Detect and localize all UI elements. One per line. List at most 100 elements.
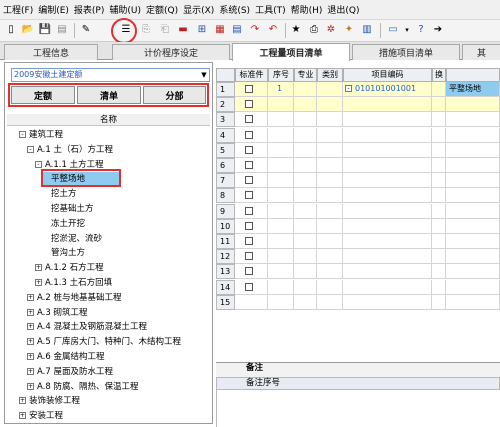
grid-cell[interactable]	[294, 264, 317, 280]
grid-column-header[interactable]: 专业	[294, 68, 317, 82]
tree-item[interactable]: 管沟土方	[51, 246, 85, 260]
tab-quantity-list[interactable]: 工程量项目清单	[232, 43, 350, 61]
grid-cell[interactable]	[446, 173, 500, 189]
print-icon[interactable]: ⎙	[307, 23, 321, 37]
expand-icon[interactable]: +	[27, 353, 34, 360]
row-number[interactable]: 14	[216, 279, 235, 295]
grid-cell[interactable]	[343, 279, 432, 295]
grid-cell[interactable]	[294, 234, 317, 249]
grid-cell[interactable]	[235, 142, 268, 158]
standard-part-checkbox[interactable]	[245, 85, 253, 93]
redo-icon[interactable]: ↷	[248, 23, 262, 37]
grid-cell[interactable]	[446, 203, 500, 219]
standard-part-checkbox[interactable]	[245, 221, 253, 230]
row-number[interactable]: 10	[216, 218, 235, 234]
grid-cell[interactable]	[432, 234, 446, 249]
grid-cell[interactable]	[317, 188, 343, 204]
grid-cell[interactable]	[343, 203, 432, 219]
grid-cell[interactable]	[317, 234, 343, 249]
star-icon[interactable]: ★	[289, 23, 303, 37]
expand-icon[interactable]: +	[27, 293, 34, 301]
grid-cell[interactable]	[446, 97, 500, 113]
grid-cell[interactable]	[235, 158, 268, 173]
grid-cell[interactable]	[432, 173, 446, 189]
grid-cell[interactable]	[294, 158, 317, 173]
standard-part-checkbox[interactable]	[245, 206, 253, 215]
grid-cell[interactable]	[317, 158, 343, 173]
row-number[interactable]: 5	[216, 142, 235, 158]
grid-cell[interactable]	[317, 294, 343, 310]
grid-cell[interactable]	[343, 188, 432, 204]
tree-item[interactable]: - A.1 土（石）方工程	[27, 143, 113, 157]
expand-icon[interactable]: +	[35, 264, 42, 272]
row-number[interactable]: 4	[216, 127, 235, 143]
grid-cell[interactable]	[446, 279, 500, 295]
grid-cell[interactable]	[432, 294, 446, 310]
grid-cell[interactable]	[343, 218, 432, 234]
grid-cell[interactable]	[343, 294, 432, 310]
tools-icon[interactable]: ✦	[342, 23, 356, 37]
grid-cell[interactable]	[294, 279, 317, 295]
grid-cell[interactable]	[235, 234, 268, 249]
standard-part-checkbox[interactable]	[245, 191, 253, 200]
grid-cell[interactable]	[446, 112, 500, 128]
expand-icon[interactable]: +	[27, 338, 34, 346]
grid-cell[interactable]	[235, 264, 268, 280]
grid-cell[interactable]	[343, 264, 432, 280]
grid-cell[interactable]	[446, 127, 500, 143]
chevron-down-icon[interactable]: ▾	[400, 23, 414, 37]
insert-row-icon[interactable]: ⊞	[195, 23, 209, 37]
expand-icon[interactable]: +	[35, 279, 42, 286]
grid-cell[interactable]	[294, 127, 317, 143]
new-file-icon[interactable]: ▯	[4, 23, 18, 37]
standard-part-checkbox[interactable]	[245, 282, 253, 291]
save-icon[interactable]: 💾	[38, 23, 52, 37]
grid-cell[interactable]	[294, 82, 317, 97]
grid-cell[interactable]	[294, 173, 317, 189]
grid-cell[interactable]	[268, 264, 294, 280]
grid-column-header[interactable]: 标准件	[235, 68, 268, 82]
grid-cell[interactable]	[268, 203, 294, 219]
grid-cell[interactable]	[343, 97, 432, 113]
tree-item[interactable]: 挖淤泥、流砂	[51, 232, 102, 246]
tree-item[interactable]: + A.7 屋面及防水工程	[27, 365, 113, 379]
menu-item-3[interactable]: 辅助(U)	[109, 3, 141, 16]
expand-icon[interactable]: +	[27, 323, 34, 331]
delete-icon[interactable]: ▬	[176, 23, 190, 37]
format-icon[interactable]: ▤	[230, 23, 244, 37]
grid-cell[interactable]	[343, 234, 432, 249]
grid-cell[interactable]	[294, 97, 317, 113]
tree-item[interactable]: + A.5 厂库房大门、特种门、木结构工程	[27, 335, 181, 349]
grid-cell[interactable]	[268, 173, 294, 189]
grid-cell[interactable]: -010101001001	[343, 82, 432, 97]
grid-cell[interactable]	[268, 127, 294, 143]
collapse-icon[interactable]: -	[27, 145, 34, 153]
menu-item-1[interactable]: 编制(E)	[38, 3, 69, 16]
grid-cell[interactable]	[317, 97, 343, 113]
help-icon[interactable]: ?	[414, 23, 428, 37]
grid-column-header[interactable]: 换	[432, 68, 446, 82]
standard-part-checkbox[interactable]	[245, 252, 253, 261]
grid-cell[interactable]	[432, 188, 446, 204]
grid-cell[interactable]	[294, 188, 317, 204]
save-as-icon[interactable]: ▤	[55, 23, 69, 37]
grid-cell[interactable]	[343, 142, 432, 158]
grid-cell[interactable]	[268, 142, 294, 158]
tree-item[interactable]: 挖土方	[51, 187, 77, 201]
tree-item[interactable]: 冻土开挖	[51, 217, 85, 231]
quota-library-select[interactable]: 2009安徽土建定额 ▼	[11, 68, 210, 82]
grid-cell[interactable]	[446, 218, 500, 234]
tree-item[interactable]: + A.1.3 土石方回填	[35, 276, 112, 290]
row-number[interactable]: 1	[216, 82, 235, 97]
grid-cell[interactable]	[343, 127, 432, 143]
grid-column-header[interactable]: 序号	[268, 68, 294, 82]
grid-cell[interactable]	[432, 203, 446, 219]
tree-item[interactable]: + A.3 砌筑工程	[27, 306, 87, 320]
grid-cell[interactable]	[317, 249, 343, 265]
row-number[interactable]: 2	[216, 97, 235, 113]
grid-cell[interactable]	[268, 279, 294, 295]
grid-cell[interactable]	[446, 264, 500, 280]
grid-cell[interactable]	[446, 142, 500, 158]
standard-part-checkbox[interactable]	[245, 115, 253, 124]
grid-cell[interactable]	[317, 218, 343, 234]
